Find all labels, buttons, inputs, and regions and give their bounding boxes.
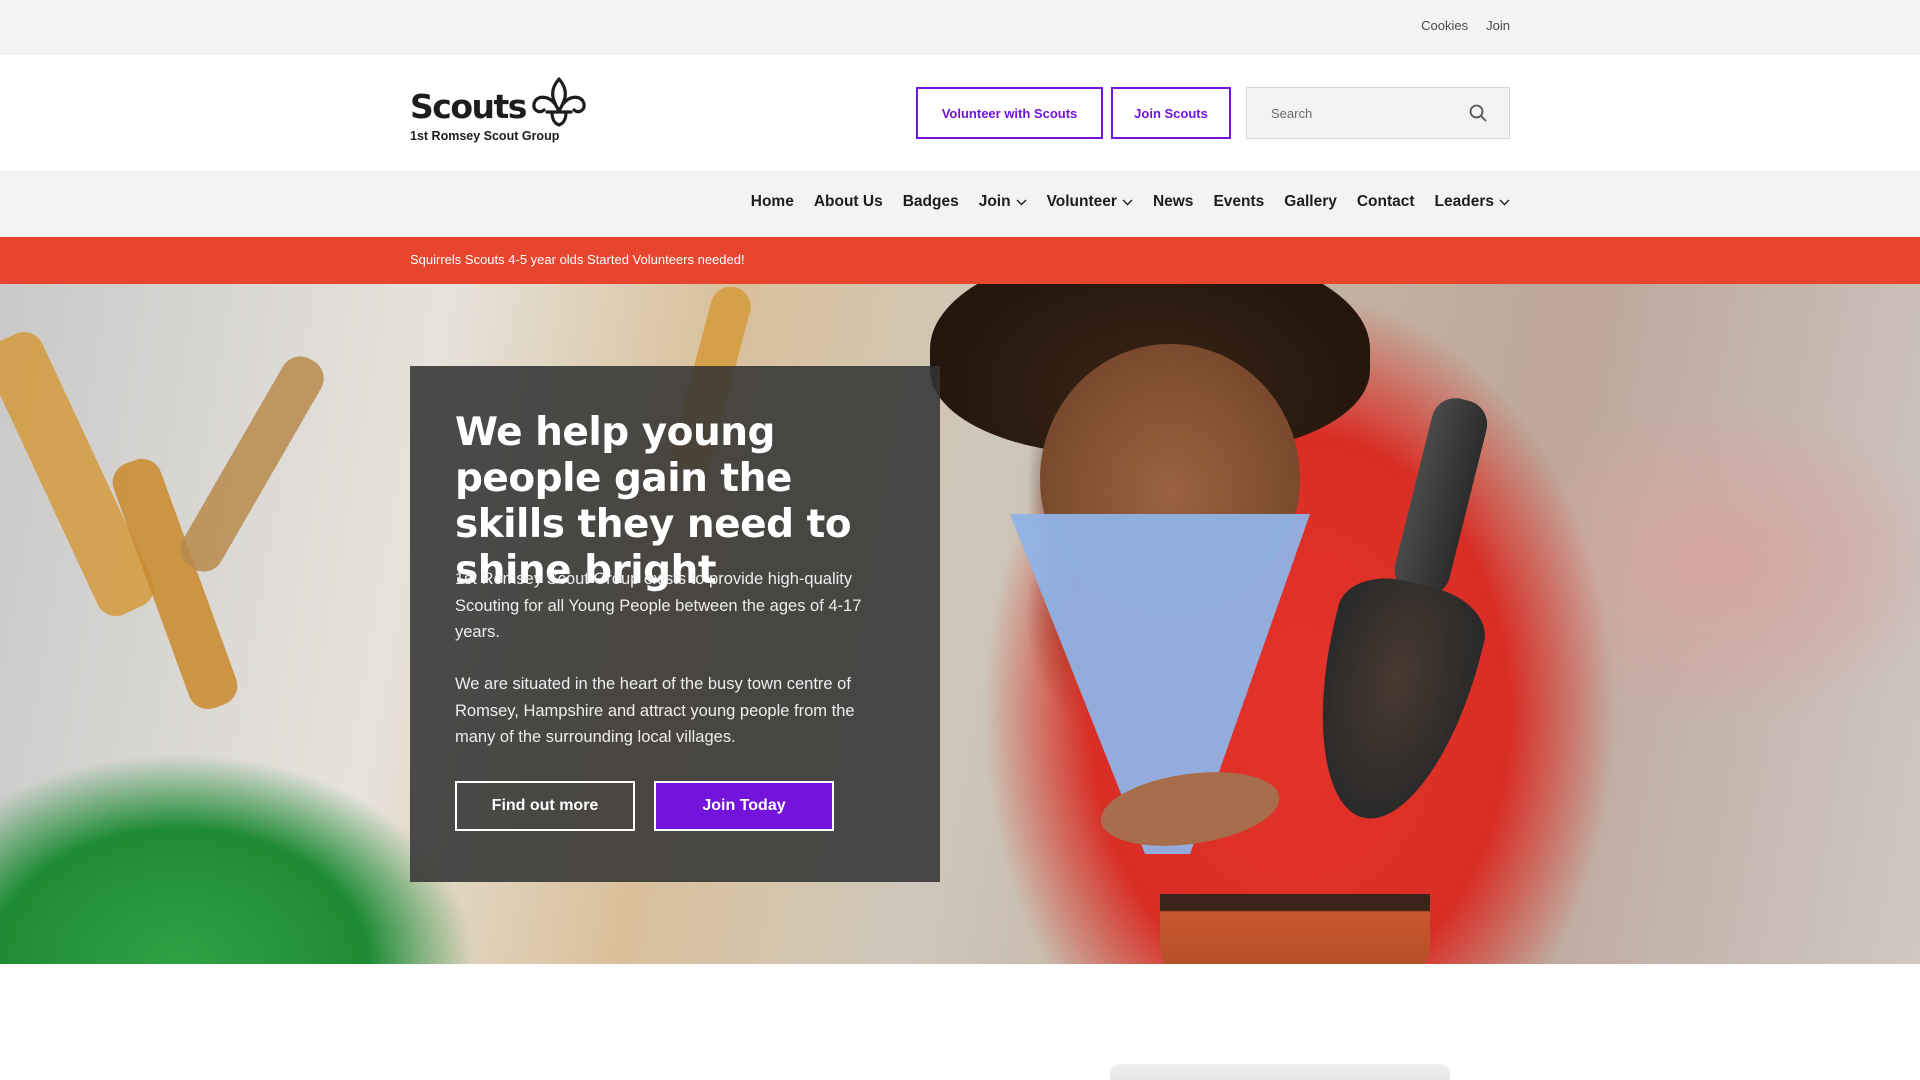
cookies-link[interactable]: Cookies bbox=[1421, 18, 1468, 33]
group-name: 1st Romsey Scout Group bbox=[410, 129, 560, 143]
hero-panel: We help young people gain the skills the… bbox=[410, 366, 940, 882]
hero-paragraph-1: 1st Romsey Scout Group exists to provide… bbox=[455, 570, 862, 641]
nav-label: Home bbox=[750, 193, 794, 210]
below-card-edge bbox=[1110, 1064, 1450, 1080]
join-scouts-button[interactable]: Join Scouts bbox=[1111, 87, 1231, 139]
nav-item-leaders[interactable]: Leaders bbox=[1435, 193, 1510, 211]
chevron-down-icon bbox=[1122, 199, 1133, 205]
site-header: Scouts 1st Romsey Scout Group Volunteer … bbox=[0, 55, 1920, 171]
nav-label: Events bbox=[1213, 193, 1265, 210]
utility-join-link[interactable]: Join bbox=[1486, 18, 1510, 33]
find-out-more-button[interactable]: Find out more bbox=[455, 781, 635, 831]
nav-item-news[interactable]: News bbox=[1153, 193, 1194, 211]
hero-photo-trowel bbox=[1290, 382, 1540, 836]
nav-item-home[interactable]: Home bbox=[751, 193, 794, 211]
nav-label: Join bbox=[978, 193, 1011, 210]
chevron-down-icon bbox=[1016, 199, 1027, 205]
alert-text[interactable]: Squirrels Scouts 4-5 year olds Started V… bbox=[410, 252, 745, 267]
fleur-de-lis-logo-icon bbox=[532, 77, 586, 127]
search-input[interactable] bbox=[1247, 88, 1467, 138]
nav-item-contact[interactable]: Contact bbox=[1357, 193, 1415, 211]
nav-label: Gallery bbox=[1284, 193, 1337, 210]
nav-item-events[interactable]: Events bbox=[1213, 193, 1264, 211]
nav-item-gallery[interactable]: Gallery bbox=[1284, 193, 1337, 211]
scouts-logo[interactable]: Scouts 1st Romsey Scout Group bbox=[410, 77, 600, 147]
search-icon[interactable] bbox=[1469, 104, 1487, 122]
nav-label: Volunteer bbox=[1046, 193, 1117, 210]
alert-banner: Squirrels Scouts 4-5 year olds Started V… bbox=[0, 237, 1920, 284]
trowel-blade bbox=[1290, 566, 1494, 836]
hero-paragraph-2: We are situated in the heart of the busy… bbox=[455, 675, 855, 746]
hero-section: We help young people gain the skills the… bbox=[0, 284, 1920, 964]
background-graffiti bbox=[172, 349, 332, 579]
hero-photo-plant-pot bbox=[1160, 894, 1430, 964]
main-navigation: Home About Us Badges Join Volunteer News… bbox=[0, 171, 1920, 237]
nav-label: Leaders bbox=[1434, 193, 1494, 210]
nav-label: Contact bbox=[1356, 193, 1415, 210]
volunteer-with-scouts-button[interactable]: Volunteer with Scouts bbox=[916, 87, 1103, 139]
chevron-down-icon bbox=[1499, 199, 1510, 205]
logo-wordmark: Scouts bbox=[410, 87, 527, 126]
join-today-button[interactable]: Join Today bbox=[654, 781, 834, 831]
search-box bbox=[1246, 87, 1510, 139]
nav-item-badges[interactable]: Badges bbox=[903, 193, 959, 211]
utility-bar: Cookies Join bbox=[0, 0, 1920, 55]
nav-label: Badges bbox=[902, 193, 959, 210]
utility-links: Cookies Join bbox=[1421, 18, 1510, 33]
nav-label: About Us bbox=[813, 193, 883, 210]
trowel-handle bbox=[1389, 393, 1493, 601]
nav-item-volunteer[interactable]: Volunteer bbox=[1047, 193, 1133, 211]
nav-items: Home About Us Badges Join Volunteer News… bbox=[751, 193, 1510, 211]
nav-item-join[interactable]: Join bbox=[979, 193, 1027, 211]
nav-label: News bbox=[1152, 193, 1194, 210]
nav-item-about-us[interactable]: About Us bbox=[814, 193, 883, 211]
